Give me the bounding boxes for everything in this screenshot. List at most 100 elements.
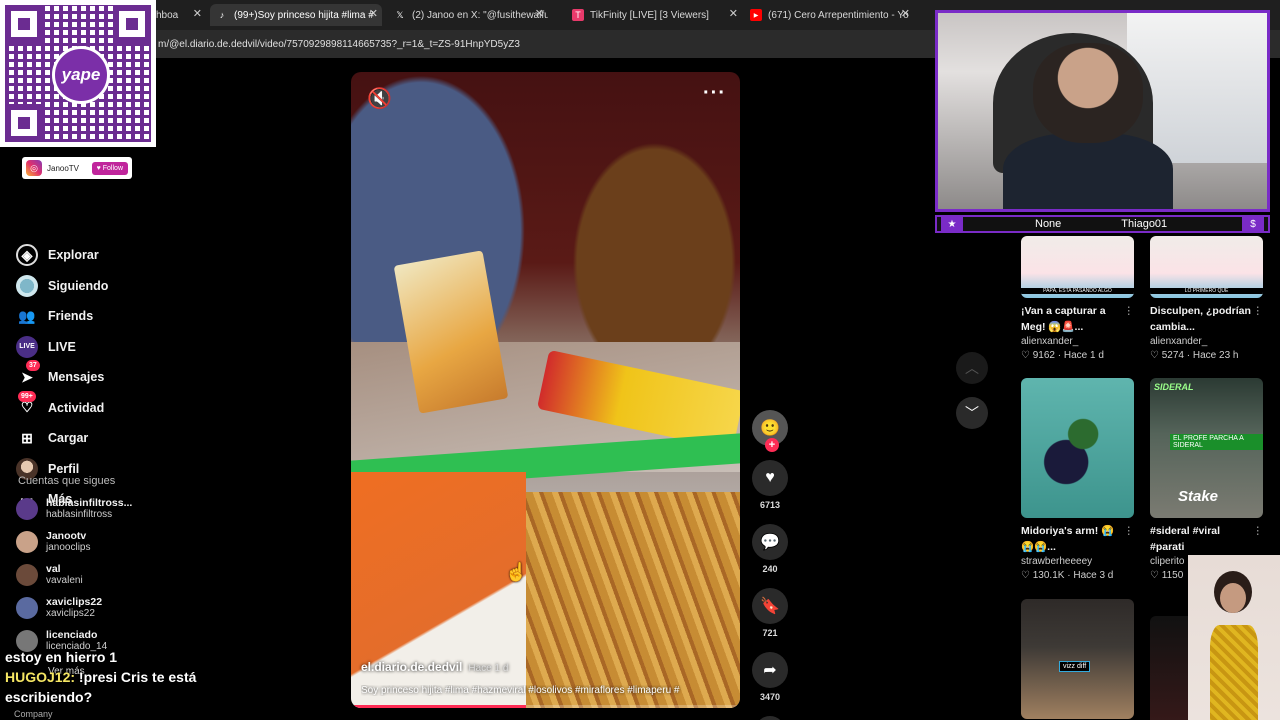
comment-count: 240 — [762, 564, 778, 574]
list-item[interactable]: hablasinfiltross... hablasinfiltross — [16, 492, 166, 525]
video-card-title[interactable]: Midoriya's arm! 😭 😭😭... ⋮ — [1021, 523, 1134, 555]
follow-plus-icon[interactable]: + — [765, 438, 779, 452]
close-icon[interactable]: ✕ — [369, 7, 378, 20]
x-icon: 𝕏 — [396, 9, 404, 20]
tikfinity-icon: T — [572, 9, 584, 21]
compass-icon: ◈ — [16, 244, 38, 267]
yape-qr-code: yape — [0, 0, 156, 147]
browser-tab-active[interactable]: ♪ (99+)Soy princeso hijita #lima # ✕ — [210, 4, 382, 26]
list-item[interactable]: Janootv janooclips — [16, 525, 166, 558]
tiktok-icon: ♪ — [219, 10, 225, 20]
video-card-likes: 1150 — [1161, 570, 1184, 581]
tab-label: TikFinity [LIVE] [3 Viewers] — [590, 9, 709, 21]
kebab-icon[interactable]: ⋮ — [1124, 523, 1135, 539]
video-author-name[interactable]: el.diario.de.dedvil — [361, 660, 462, 674]
video-card-meta: ♡ 130.1K · Hace 3 d — [1021, 570, 1114, 581]
bookmark-icon: 🔖 — [752, 588, 788, 624]
video-card-title-text: Disculpen, ¿podrían cambia... — [1150, 305, 1251, 333]
tab-label: (99+)Soy princeso hijita #lima # — [234, 9, 374, 21]
video-player[interactable]: 🔇 ··· ☝ el.diario.de.dedvil Hace 1 d Soy … — [351, 72, 740, 708]
webcam-person — [1033, 43, 1143, 143]
heart-icon: ♥ — [752, 460, 788, 496]
video-card[interactable]: PAPÁ, ESTA PASANDO ALGO ¡Van a capturar … — [1021, 236, 1134, 363]
mute-icon[interactable]: 🔇 — [367, 86, 397, 110]
close-icon[interactable]: ✕ — [193, 7, 202, 20]
video-card-title[interactable]: Disculpen, ¿podrían cambia... ⋮ — [1150, 303, 1263, 335]
sidebar-item-label: Actividad — [48, 400, 105, 415]
sidebar-item-cargar[interactable]: ⊞ Cargar — [16, 423, 166, 454]
sidebar-item-mensajes[interactable]: ➤ 37 Mensajes — [16, 360, 166, 393]
tab-label: hboa — [156, 9, 179, 21]
video-card-user[interactable]: strawberheeeey — [1021, 555, 1134, 569]
dancer-dress — [1210, 625, 1258, 720]
sidebar-item-actividad[interactable]: ♡ 99+ Actividad — [16, 390, 166, 424]
close-icon[interactable]: ✕ — [901, 7, 910, 20]
like-count: 6713 — [759, 500, 781, 510]
creator-avatar[interactable]: 🙂 + — [752, 410, 788, 452]
comment-button[interactable]: 💬 240 — [750, 524, 790, 574]
video-card-user[interactable]: alienxander_ — [1021, 335, 1134, 349]
sidebar-item-friends[interactable]: 👥 Friends — [16, 301, 166, 332]
video-card[interactable]: SIDERAL EL PROFE PARCHA A SIDERAL Stake … — [1150, 378, 1263, 583]
close-icon[interactable]: ✕ — [729, 7, 738, 20]
video-card[interactable]: LO PRIMERO QUE Disculpen, ¿podrían cambi… — [1150, 236, 1263, 363]
more-options-icon[interactable]: ··· — [703, 82, 726, 105]
activity-badge: 99+ — [18, 390, 36, 402]
url-text[interactable]: m/@el.diario.de.dedvil/video/75709298981… — [158, 39, 520, 50]
kebab-icon[interactable]: ⋮ — [1124, 303, 1135, 319]
sidebar-item-live[interactable]: LIVE LIVE — [16, 332, 166, 363]
video-thumbnail[interactable] — [1021, 378, 1134, 518]
browser-tab[interactable]: hboa ✕ — [150, 4, 206, 26]
video-card-title[interactable]: ¡Van a capturar a Meg! 😱🚨... ⋮ — [1021, 303, 1134, 335]
video-card-meta: ♡ 5274 · Hace 23 h — [1150, 350, 1239, 361]
list-item[interactable]: val vavaleni — [16, 558, 166, 591]
save-button[interactable]: 🔖 721 — [750, 588, 790, 638]
video-progress-fill — [351, 705, 527, 708]
sidebar-item-explorar[interactable]: ◈ Explorar — [16, 240, 166, 271]
account-name: licenciado — [46, 628, 98, 641]
video-thumbnail[interactable]: PAPÁ, ESTA PASANDO ALGO — [1021, 236, 1134, 298]
action-rail: 🙂+ ♥ 6713 💬 240 🔖 721 ➦ 3470 🙂 — [750, 410, 790, 720]
video-thumbnail[interactable]: SIDERAL EL PROFE PARCHA A SIDERAL Stake — [1150, 378, 1263, 518]
next-video-button[interactable]: ﹀ — [956, 397, 988, 429]
chevron-up-icon: ︿ — [965, 360, 979, 376]
browser-tab[interactable]: ▶ (671) Cero Arrepentimiento - Yo ✕ — [744, 4, 914, 26]
tab-label: (671) Cero Arrepentimiento - Yo — [768, 9, 909, 21]
comment-icon: 💬 — [752, 524, 788, 560]
video-thumbnail[interactable]: LO PRIMERO QUE — [1150, 236, 1263, 298]
video-card-user[interactable]: alienxander_ — [1150, 335, 1263, 349]
video-card-title[interactable]: #sideral #viral #parati ⋮ — [1150, 523, 1263, 555]
close-icon[interactable]: ✕ — [535, 7, 544, 20]
qr-finder — [5, 104, 43, 142]
chat-username: HUGOJ12: — [5, 669, 76, 685]
music-disc-button[interactable]: 🙂 — [750, 716, 790, 720]
share-button[interactable]: ➦ 3470 — [750, 652, 790, 702]
footer-company-link[interactable]: Company — [14, 709, 53, 719]
video-card-title-text: Midoriya's arm! 😭 😭😭... — [1021, 525, 1115, 553]
browser-tab[interactable]: 𝕏 (2) Janoo en X: "@fusithewaifu ✕ — [388, 4, 548, 26]
avatar — [16, 497, 38, 520]
account-username: janooclips — [46, 541, 91, 553]
sidebar-item-siguiendo[interactable]: Siguiendo — [16, 271, 166, 302]
webcam-right-label: Thiago01 — [1121, 218, 1168, 230]
yape-logo: yape — [52, 46, 110, 104]
video-card[interactable]: vizz diff — [1021, 599, 1134, 719]
kebab-icon[interactable]: ⋮ — [1253, 303, 1264, 319]
music-disc-icon: 🙂 — [755, 716, 785, 720]
thumbnail-caption: EL PROFE PARCHA A SIDERAL — [1170, 434, 1263, 450]
list-item[interactable]: xaviclips22 xaviclips22 — [16, 591, 166, 624]
kebab-icon[interactable]: ⋮ — [1253, 523, 1264, 539]
avatar — [16, 530, 38, 553]
youtube-icon: ▶ — [750, 9, 762, 21]
following-icon — [16, 274, 38, 297]
video-card[interactable]: Midoriya's arm! 😭 😭😭... ⋮ strawberheeeey … — [1021, 378, 1134, 583]
video-thumbnail[interactable]: vizz diff — [1021, 599, 1134, 719]
previous-video-button[interactable]: ︿ — [956, 352, 988, 384]
video-scene-fries — [526, 492, 740, 708]
video-progress-bar[interactable] — [351, 705, 740, 708]
video-author[interactable]: el.diario.de.dedvil Hace 1 d — [361, 660, 508, 674]
stream-chat-overlay: estoy en hierro 1 HUGOJ12: !presi Cris t… — [5, 647, 265, 707]
dollar-icon: $ — [1242, 217, 1264, 231]
like-button[interactable]: ♥ 6713 — [750, 460, 790, 510]
browser-tab[interactable]: T TikFinity [LIVE] [3 Viewers] ✕ — [566, 4, 742, 26]
